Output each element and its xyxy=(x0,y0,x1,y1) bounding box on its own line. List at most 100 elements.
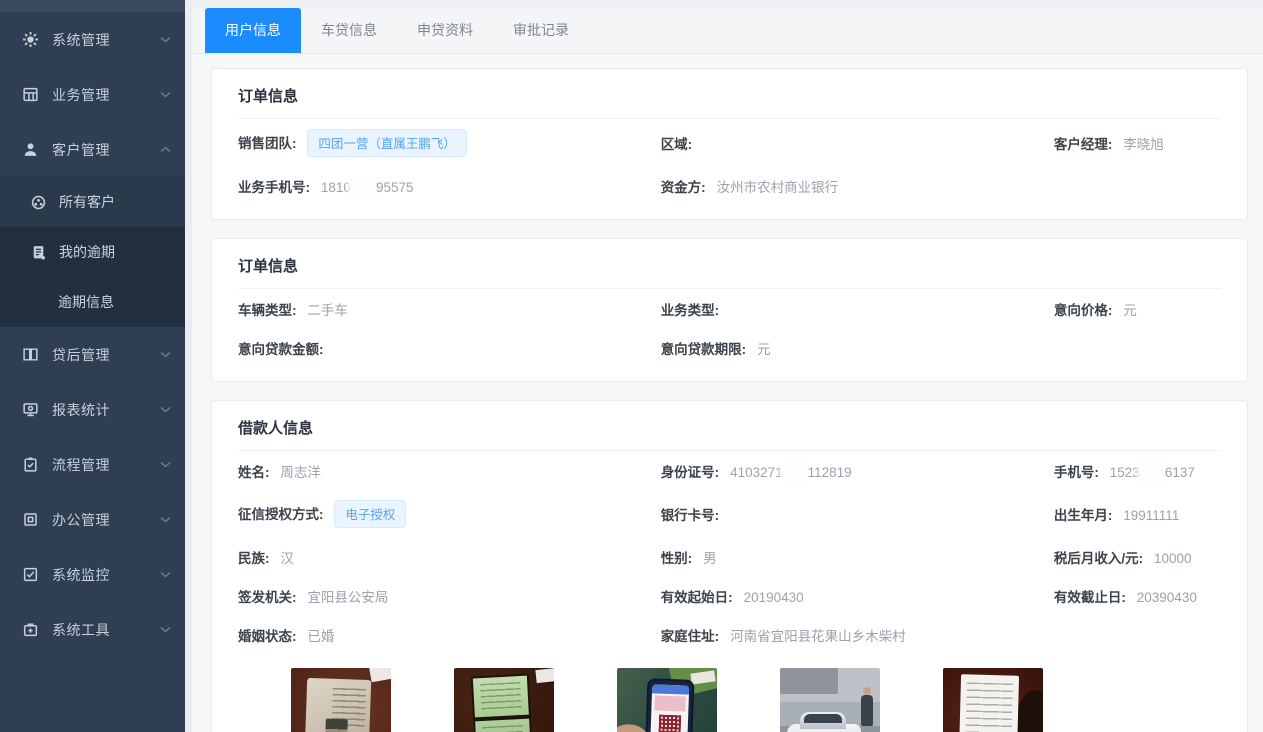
field-value: 周志洋 xyxy=(280,465,321,480)
field-label: 身份证号: xyxy=(661,465,720,480)
business-phone-field: 业务手机号: 181095575 xyxy=(238,176,661,196)
person-with-car-photo-thumb[interactable] xyxy=(780,668,880,732)
field-label: 客户经理: xyxy=(1054,137,1113,152)
sidebar-item-postloan-management[interactable]: 贷后管理 xyxy=(0,327,185,382)
field-label: 有效起始日: xyxy=(661,590,733,605)
field-value: 已婚 xyxy=(307,629,334,644)
mobile-field: 手机号: 15236137 xyxy=(1054,461,1221,481)
field-value: 181095575 xyxy=(321,180,414,195)
field-row: 车辆类型: 二手车 业务类型: 意向价格: 元 xyxy=(238,289,1221,328)
sidebar-item-label: 报表统计 xyxy=(52,400,110,420)
credit-auth-tag[interactable]: 电子授权 xyxy=(334,500,406,528)
household-booklet-photo-thumb[interactable] xyxy=(454,668,554,732)
field-value: 汝州市农村商业银行 xyxy=(717,180,839,195)
sidebar-subitem-my-overdue[interactable]: 我的逾期 xyxy=(0,227,185,277)
tab-approval-records[interactable]: 审批记录 xyxy=(493,8,589,53)
field-value: 男 xyxy=(703,551,717,566)
field-label: 业务手机号: xyxy=(238,180,310,195)
home-address-field: 家庭住址: 河南省宜阳县花果山乡木柴村 xyxy=(661,625,1054,645)
gender-field: 性别: 男 xyxy=(661,547,1054,567)
monitor-check-icon xyxy=(22,566,39,583)
monitor-icon xyxy=(22,401,39,418)
field-row: 签发机关: 宜阳县公安局 有效起始日: 20190430 有效截止日: 2039… xyxy=(238,576,1221,615)
field-row: 姓名: 周志洋 身份证号: 4103271112819 手机号: 1523613… xyxy=(238,451,1221,490)
tab-user-info[interactable]: 用户信息 xyxy=(205,8,301,53)
funder-field: 资金方: 汝州市农村商业银行 xyxy=(661,176,1054,196)
field-value: 河南省宜阳县花果山乡木柴村 xyxy=(730,629,906,644)
content-scroll-area[interactable]: 订单信息 销售团队: 四团一营（直属王鹏飞） 区域: 客户经理: 李晓旭 xyxy=(192,54,1263,732)
tab-loan-application-docs[interactable]: 申贷资料 xyxy=(397,8,493,53)
field-value: 元 xyxy=(1123,303,1137,318)
sidebar-subitem-label: 我的逾期 xyxy=(59,242,115,262)
field-row: 意向贷款金额: 意向贷款期限: 元 xyxy=(238,328,1221,367)
card-title: 订单信息 xyxy=(238,85,1221,119)
sidebar-item-system-tools[interactable]: 系统工具 xyxy=(0,602,185,657)
sidebar-item-report-statistics[interactable]: 报表统计 xyxy=(0,382,185,437)
app-root: 系统管理 业务管理 客户管理 xyxy=(0,0,1263,732)
field-label: 意向贷款期限: xyxy=(661,342,747,357)
field-row: 征信授权方式: 电子授权 银行卡号: 出生年月: 19911111 xyxy=(238,490,1221,537)
sidebar-item-workflow-management[interactable]: 流程管理 xyxy=(0,437,185,492)
card-title: 订单信息 xyxy=(238,255,1221,289)
sidebar-item-system-management[interactable]: 系统管理 xyxy=(0,12,185,67)
field-label: 手机号: xyxy=(1054,465,1099,480)
field-label: 姓名: xyxy=(238,465,270,480)
user-icon xyxy=(22,141,39,158)
issuing-authority-field: 签发机关: 宜阳县公安局 xyxy=(238,586,661,606)
field-row: 销售团队: 四团一营（直属王鹏飞） 区域: 客户经理: 李晓旭 xyxy=(238,119,1221,166)
photo-cell: 人车合影 xyxy=(780,668,880,732)
chevron-down-icon xyxy=(160,571,171,578)
gear-icon xyxy=(22,31,39,48)
sidebar-item-label: 流程管理 xyxy=(52,455,110,475)
sidebar-item-business-management[interactable]: 业务管理 xyxy=(0,67,185,122)
sidebar-subitem-overdue-info[interactable]: 逾期信息 xyxy=(0,277,185,327)
valid-to-field: 有效截止日: 20390430 xyxy=(1054,586,1221,606)
censored-digits xyxy=(351,180,376,195)
workflow-icon xyxy=(22,456,39,473)
chevron-up-icon xyxy=(160,146,171,153)
sales-team-tag[interactable]: 四团一营（直属王鹏飞） xyxy=(307,129,467,157)
field-value: 李晓旭 xyxy=(1123,137,1164,152)
chevron-down-icon xyxy=(160,626,171,633)
field-label: 资金方: xyxy=(661,180,706,195)
photo-cell: 征信授权 xyxy=(617,668,717,732)
field-value: 汉 xyxy=(280,551,294,566)
photo-cell: 身份证 xyxy=(291,668,391,732)
sidebar-item-label: 办公管理 xyxy=(52,510,110,530)
field-value: 20190430 xyxy=(744,590,804,605)
field-value: 二手车 xyxy=(307,303,348,318)
field-label: 意向价格: xyxy=(1054,303,1113,318)
sidebar-item-label: 贷后管理 xyxy=(52,345,110,365)
sidebar-top-strip xyxy=(0,0,185,12)
censored-digits xyxy=(1140,465,1165,480)
chevron-down-icon xyxy=(160,351,171,358)
field-label: 婚姻状态: xyxy=(238,629,297,644)
sidebar-item-customer-management[interactable]: 客户管理 xyxy=(0,122,185,177)
id-number-field: 身份证号: 4103271112819 xyxy=(661,461,1054,481)
field-row: 婚姻状态: 已婚 家庭住址: 河南省宜阳县花果山乡木柴村 xyxy=(238,615,1221,654)
censored-digits xyxy=(783,465,808,480)
borrower-info-card: 借款人信息 姓名: 周志洋 身份证号: 4103271112819 手机号: 1… xyxy=(211,400,1248,732)
tools-icon xyxy=(22,621,39,638)
field-row: 民族: 汉 性别: 男 税后月收入/元: 10000 xyxy=(238,537,1221,576)
sidebar-item-office-management[interactable]: 办公管理 xyxy=(0,492,185,547)
business-type-field: 业务类型: xyxy=(661,299,1054,319)
region-field: 区域: xyxy=(661,133,1054,153)
sidebar-subitem-all-customers[interactable]: 所有客户 xyxy=(0,177,185,227)
photo-thumbnails: 身份证 整本户口本 xyxy=(291,668,1221,732)
sidebar-item-label: 系统工具 xyxy=(52,620,110,640)
sidebar-item-system-monitor[interactable]: 系统监控 xyxy=(0,547,185,602)
credit-auth-phone-photo-thumb[interactable] xyxy=(617,668,717,732)
sidebar-item-label: 客户管理 xyxy=(52,140,110,160)
sidebar-subitem-label: 所有客户 xyxy=(59,192,115,212)
field-label: 征信授权方式: xyxy=(238,507,324,522)
photo-cell: 整本户口本 xyxy=(454,668,554,732)
other-document-photo-thumb[interactable] xyxy=(943,668,1043,732)
id-card-photo-thumb[interactable] xyxy=(291,668,391,732)
field-value: 10000 xyxy=(1154,551,1192,566)
sidebar-scroll-strip[interactable] xyxy=(185,0,192,732)
tab-car-loan-info[interactable]: 车贷信息 xyxy=(301,8,397,53)
order-info-card: 订单信息 销售团队: 四团一营（直属王鹏飞） 区域: 客户经理: 李晓旭 xyxy=(211,68,1248,220)
sidebar-item-label: 系统管理 xyxy=(52,30,110,50)
photo-cell: 其他材料 xyxy=(943,668,1043,732)
